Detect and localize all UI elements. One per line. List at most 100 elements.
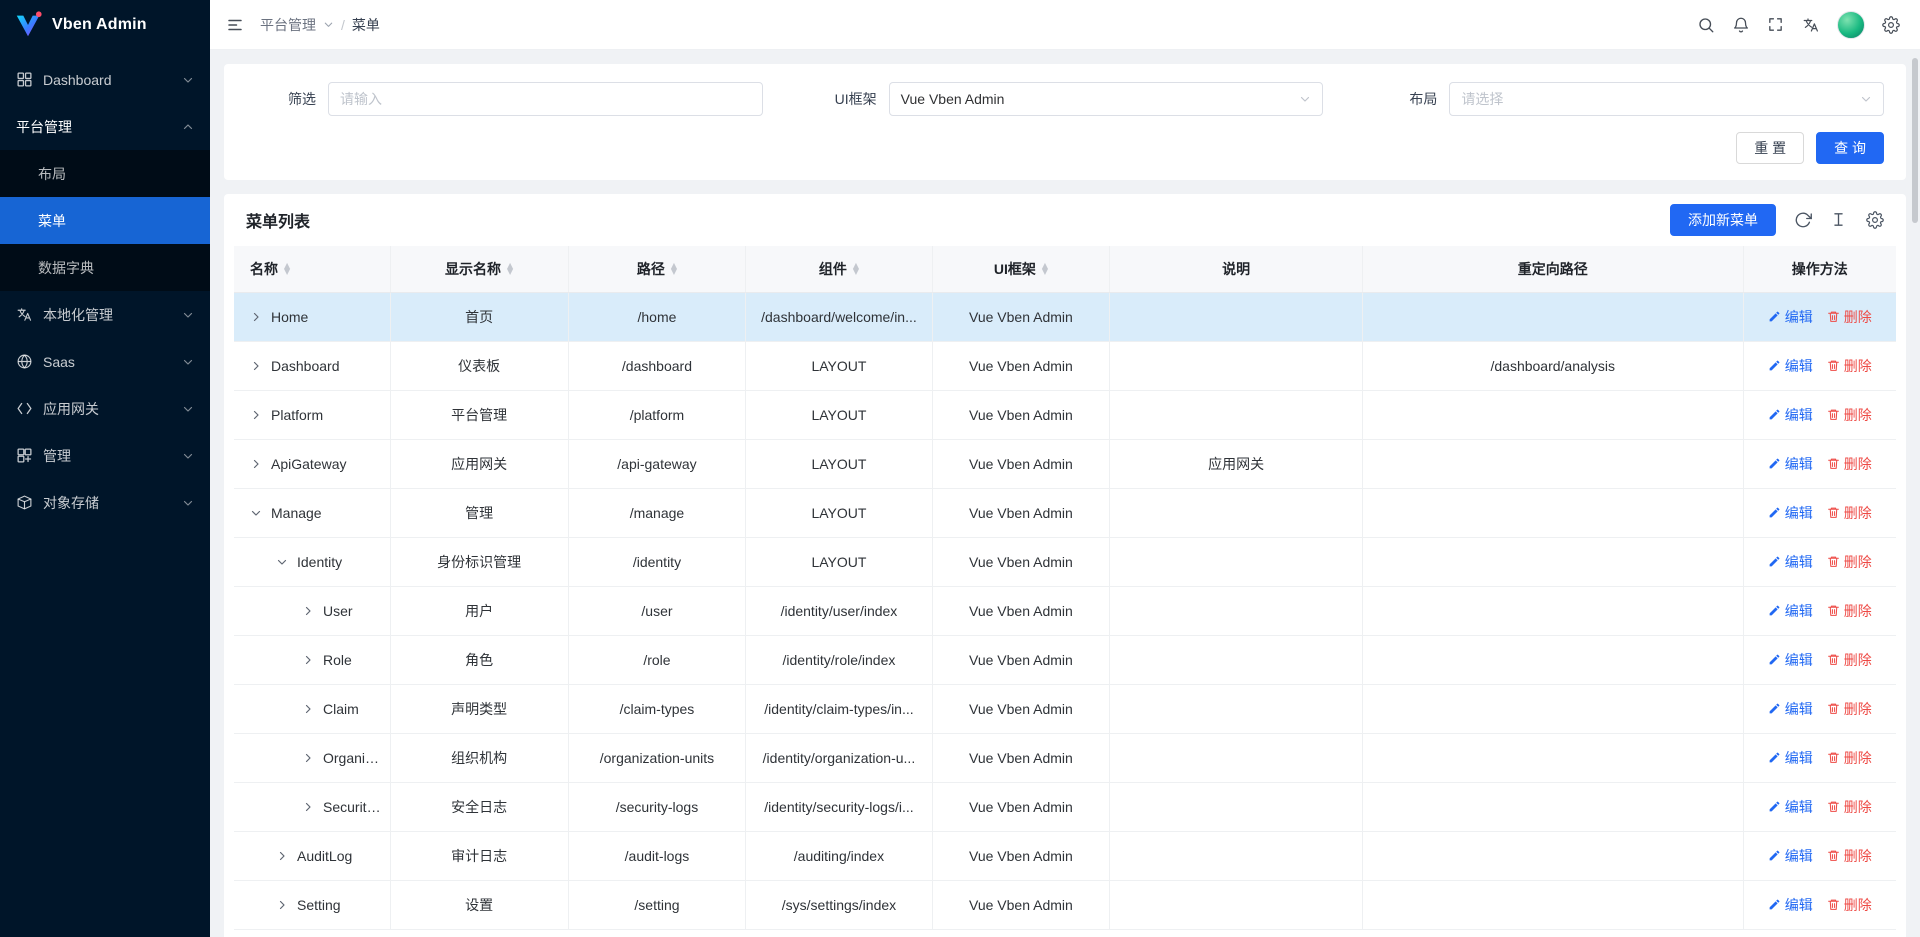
expand-toggle-icon[interactable] [250,458,262,470]
column-settings-gear-icon[interactable] [1866,211,1884,229]
notification-bell-icon[interactable] [1732,16,1750,34]
route-path: /role [568,635,746,684]
sidebar-subitem-layout[interactable]: 布局 [0,150,210,197]
settings-gear-icon[interactable] [1882,16,1900,34]
column-header-7: 操作方法 [1743,246,1896,292]
refresh-icon[interactable] [1794,211,1812,229]
delete-button[interactable]: 删除 [1827,356,1872,376]
edit-button[interactable]: 编辑 [1768,503,1813,523]
reset-button[interactable]: 重 置 [1736,132,1804,164]
delete-button[interactable]: 删除 [1827,748,1872,768]
table-row: ApiGateway应用网关/api-gatewayLAYOUTVue Vben… [234,439,1896,488]
redirect-path [1362,831,1743,880]
expand-toggle-icon[interactable] [250,311,262,323]
edit-button[interactable]: 编辑 [1768,552,1813,572]
expand-toggle-icon[interactable] [302,605,314,617]
fullscreen-icon[interactable] [1767,16,1785,34]
menu-name: Platform [271,407,323,423]
delete-button[interactable]: 删除 [1827,797,1872,817]
column-header-1[interactable]: 显示名称▲▼ [390,246,568,292]
menu-name: Security... [323,799,384,815]
sort-icon[interactable]: ▲▼ [671,263,677,275]
delete-button[interactable]: 删除 [1827,699,1872,719]
vertical-scrollbar[interactable] [1910,0,1920,937]
sidebar-collapse-icon[interactable] [226,16,244,34]
edit-button[interactable]: 编辑 [1768,454,1813,474]
edit-button[interactable]: 编辑 [1768,650,1813,670]
edit-button[interactable]: 编辑 [1768,699,1813,719]
delete-button[interactable]: 删除 [1827,552,1872,572]
row-height-icon[interactable] [1830,211,1848,229]
query-button[interactable]: 查 询 [1816,132,1884,164]
sort-icon[interactable]: ▲▼ [284,263,290,275]
component: /sys/settings/index [746,880,932,929]
delete-button[interactable]: 删除 [1827,503,1872,523]
expand-toggle-icon[interactable] [302,703,314,715]
filter-text-input[interactable] [328,82,763,116]
sidebar-item-platform[interactable]: 平台管理 [0,103,210,150]
column-header-2[interactable]: 路径▲▼ [568,246,746,292]
delete-icon [1827,751,1840,764]
edit-button[interactable]: 编辑 [1768,846,1813,866]
edit-button[interactable]: 编辑 [1768,895,1813,915]
edit-button[interactable]: 编辑 [1768,748,1813,768]
expand-toggle-icon[interactable] [302,654,314,666]
expand-toggle-icon[interactable] [250,507,262,519]
sidebar-item-manage[interactable]: 管理 [0,432,210,479]
delete-button[interactable]: 删除 [1827,846,1872,866]
chevron-down-icon [182,309,194,321]
table-row-partial [234,929,1896,937]
table-header-row: 名称▲▼显示名称▲▼路径▲▼组件▲▼UI框架▲▼说明重定向路径操作方法 [234,246,1896,292]
sort-icon[interactable]: ▲▼ [853,263,859,275]
sidebar: Vben Admin Dashboard平台管理布局菜单数据字典本地化管理Saa… [0,0,210,937]
edit-button[interactable]: 编辑 [1768,601,1813,621]
delete-button[interactable]: 删除 [1827,307,1872,327]
sidebar-item-storage[interactable]: 对象存储 [0,479,210,526]
edit-button[interactable]: 编辑 [1768,405,1813,425]
user-avatar[interactable] [1837,11,1865,39]
delete-button[interactable]: 删除 [1827,601,1872,621]
expand-toggle-icon[interactable] [302,801,314,813]
add-menu-button[interactable]: 添加新菜单 [1670,204,1776,236]
delete-icon [1827,555,1840,568]
delete-button[interactable]: 删除 [1827,405,1872,425]
filter-select[interactable]: 请选择 [1449,82,1884,116]
route-path: /home [568,292,746,341]
edit-button[interactable]: 编辑 [1768,797,1813,817]
ui-framework: Vue Vben Admin [932,537,1110,586]
chevron-down-icon [1299,93,1311,105]
edit-button[interactable]: 编辑 [1768,307,1813,327]
expand-toggle-icon[interactable] [302,752,314,764]
search-icon[interactable] [1697,16,1715,34]
delete-button[interactable]: 删除 [1827,895,1872,915]
expand-toggle-icon[interactable] [250,409,262,421]
expand-toggle-icon[interactable] [276,899,288,911]
description [1110,880,1363,929]
sort-icon[interactable]: ▲▼ [507,263,513,275]
filter-fields: 筛选UI框架Vue Vben Admin布局请选择 [246,82,1884,116]
column-label: 组件 [819,259,847,279]
sidebar-item-dashboard[interactable]: Dashboard [0,56,210,103]
component: LAYOUT [746,390,932,439]
app-logo[interactable]: Vben Admin [0,0,210,50]
sidebar-item-localization[interactable]: 本地化管理 [0,291,210,338]
breadcrumb-root[interactable]: 平台管理 [260,15,316,35]
sidebar-item-saas[interactable]: Saas [0,338,210,385]
column-header-3[interactable]: 组件 ▲▼ [746,246,932,292]
sidebar-subitem-dictionary[interactable]: 数据字典 [0,244,210,291]
language-translate-icon[interactable] [1802,16,1820,34]
column-header-4[interactable]: UI框架▲▼ [932,246,1110,292]
sidebar-item-gateway[interactable]: 应用网关 [0,385,210,432]
expand-toggle-icon[interactable] [276,556,288,568]
filter-select[interactable]: Vue Vben Admin [889,82,1324,116]
sort-icon[interactable]: ▲▼ [1042,263,1048,275]
edit-button[interactable]: 编辑 [1768,356,1813,376]
delete-button[interactable]: 删除 [1827,650,1872,670]
redirect-path [1362,733,1743,782]
scrollbar-thumb[interactable] [1912,58,1918,223]
expand-toggle-icon[interactable] [250,360,262,372]
sidebar-subitem-menu[interactable]: 菜单 [0,197,210,244]
delete-button[interactable]: 删除 [1827,454,1872,474]
column-header-0[interactable]: 名称▲▼ [234,246,390,292]
expand-toggle-icon[interactable] [276,850,288,862]
